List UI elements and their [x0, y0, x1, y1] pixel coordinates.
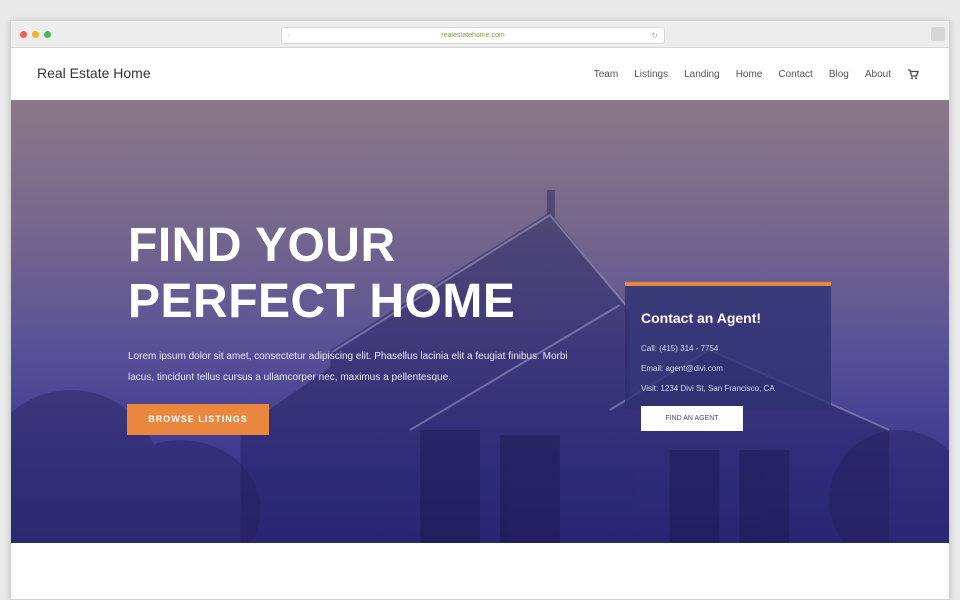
- site-header: Real Estate Home Team Listings Landing H…: [11, 48, 949, 100]
- browser-menu-button[interactable]: [931, 27, 945, 41]
- browser-window: ◦ realestatehome.com ↻ Real Estate Home …: [10, 20, 950, 600]
- site-logo[interactable]: Real Estate Home: [37, 65, 151, 81]
- maximize-window-button[interactable]: [44, 31, 51, 38]
- find-agent-button[interactable]: FIND AN AGENT: [641, 406, 743, 431]
- contact-agent-card: Contact an Agent! Call: (415) 314 - 7754…: [625, 282, 831, 431]
- address-bar[interactable]: ◦ realestatehome.com ↻: [281, 27, 665, 44]
- contact-phone: Call: (415) 314 - 7754: [641, 344, 719, 353]
- minimize-window-button[interactable]: [32, 31, 39, 38]
- nav-item-team[interactable]: Team: [594, 69, 618, 80]
- hero-title-line1: FIND YOUR: [128, 219, 396, 272]
- nav-item-contact[interactable]: Contact: [778, 69, 812, 80]
- nav-item-blog[interactable]: Blog: [829, 69, 849, 80]
- cart-icon[interactable]: [907, 68, 919, 80]
- contact-card-title: Contact an Agent!: [641, 310, 762, 326]
- nav-item-listings[interactable]: Listings: [634, 69, 668, 80]
- hero-title-line2: PERFECT HOME: [128, 275, 516, 328]
- nav-item-about[interactable]: About: [865, 69, 891, 80]
- main-nav: Team Listings Landing Home Contact Blog …: [594, 68, 919, 80]
- hero-subtitle: Lorem ipsum dolor sit amet, consectetur …: [128, 351, 568, 383]
- contact-address: Visit: 1234 Divi St, San Francisco, CA: [641, 384, 775, 393]
- contact-email[interactable]: Email: agent@divi.com: [641, 364, 723, 373]
- nav-item-home[interactable]: Home: [736, 69, 763, 80]
- hero-title: FIND YOUR PERFECT HOME: [128, 218, 515, 330]
- hero-section: FIND YOUR PERFECT HOME Lorem ipsum dolor…: [11, 100, 949, 543]
- browse-listings-button[interactable]: BROWSE LISTINGS: [127, 404, 269, 435]
- reload-icon[interactable]: ↻: [651, 28, 658, 43]
- page-below-fold: [11, 543, 949, 599]
- page-info-icon: ◦: [287, 31, 290, 40]
- close-window-button[interactable]: [20, 31, 27, 38]
- browser-titlebar: ◦ realestatehome.com ↻: [11, 21, 949, 48]
- nav-item-landing[interactable]: Landing: [684, 69, 720, 80]
- url-text: realestatehome.com: [441, 32, 505, 39]
